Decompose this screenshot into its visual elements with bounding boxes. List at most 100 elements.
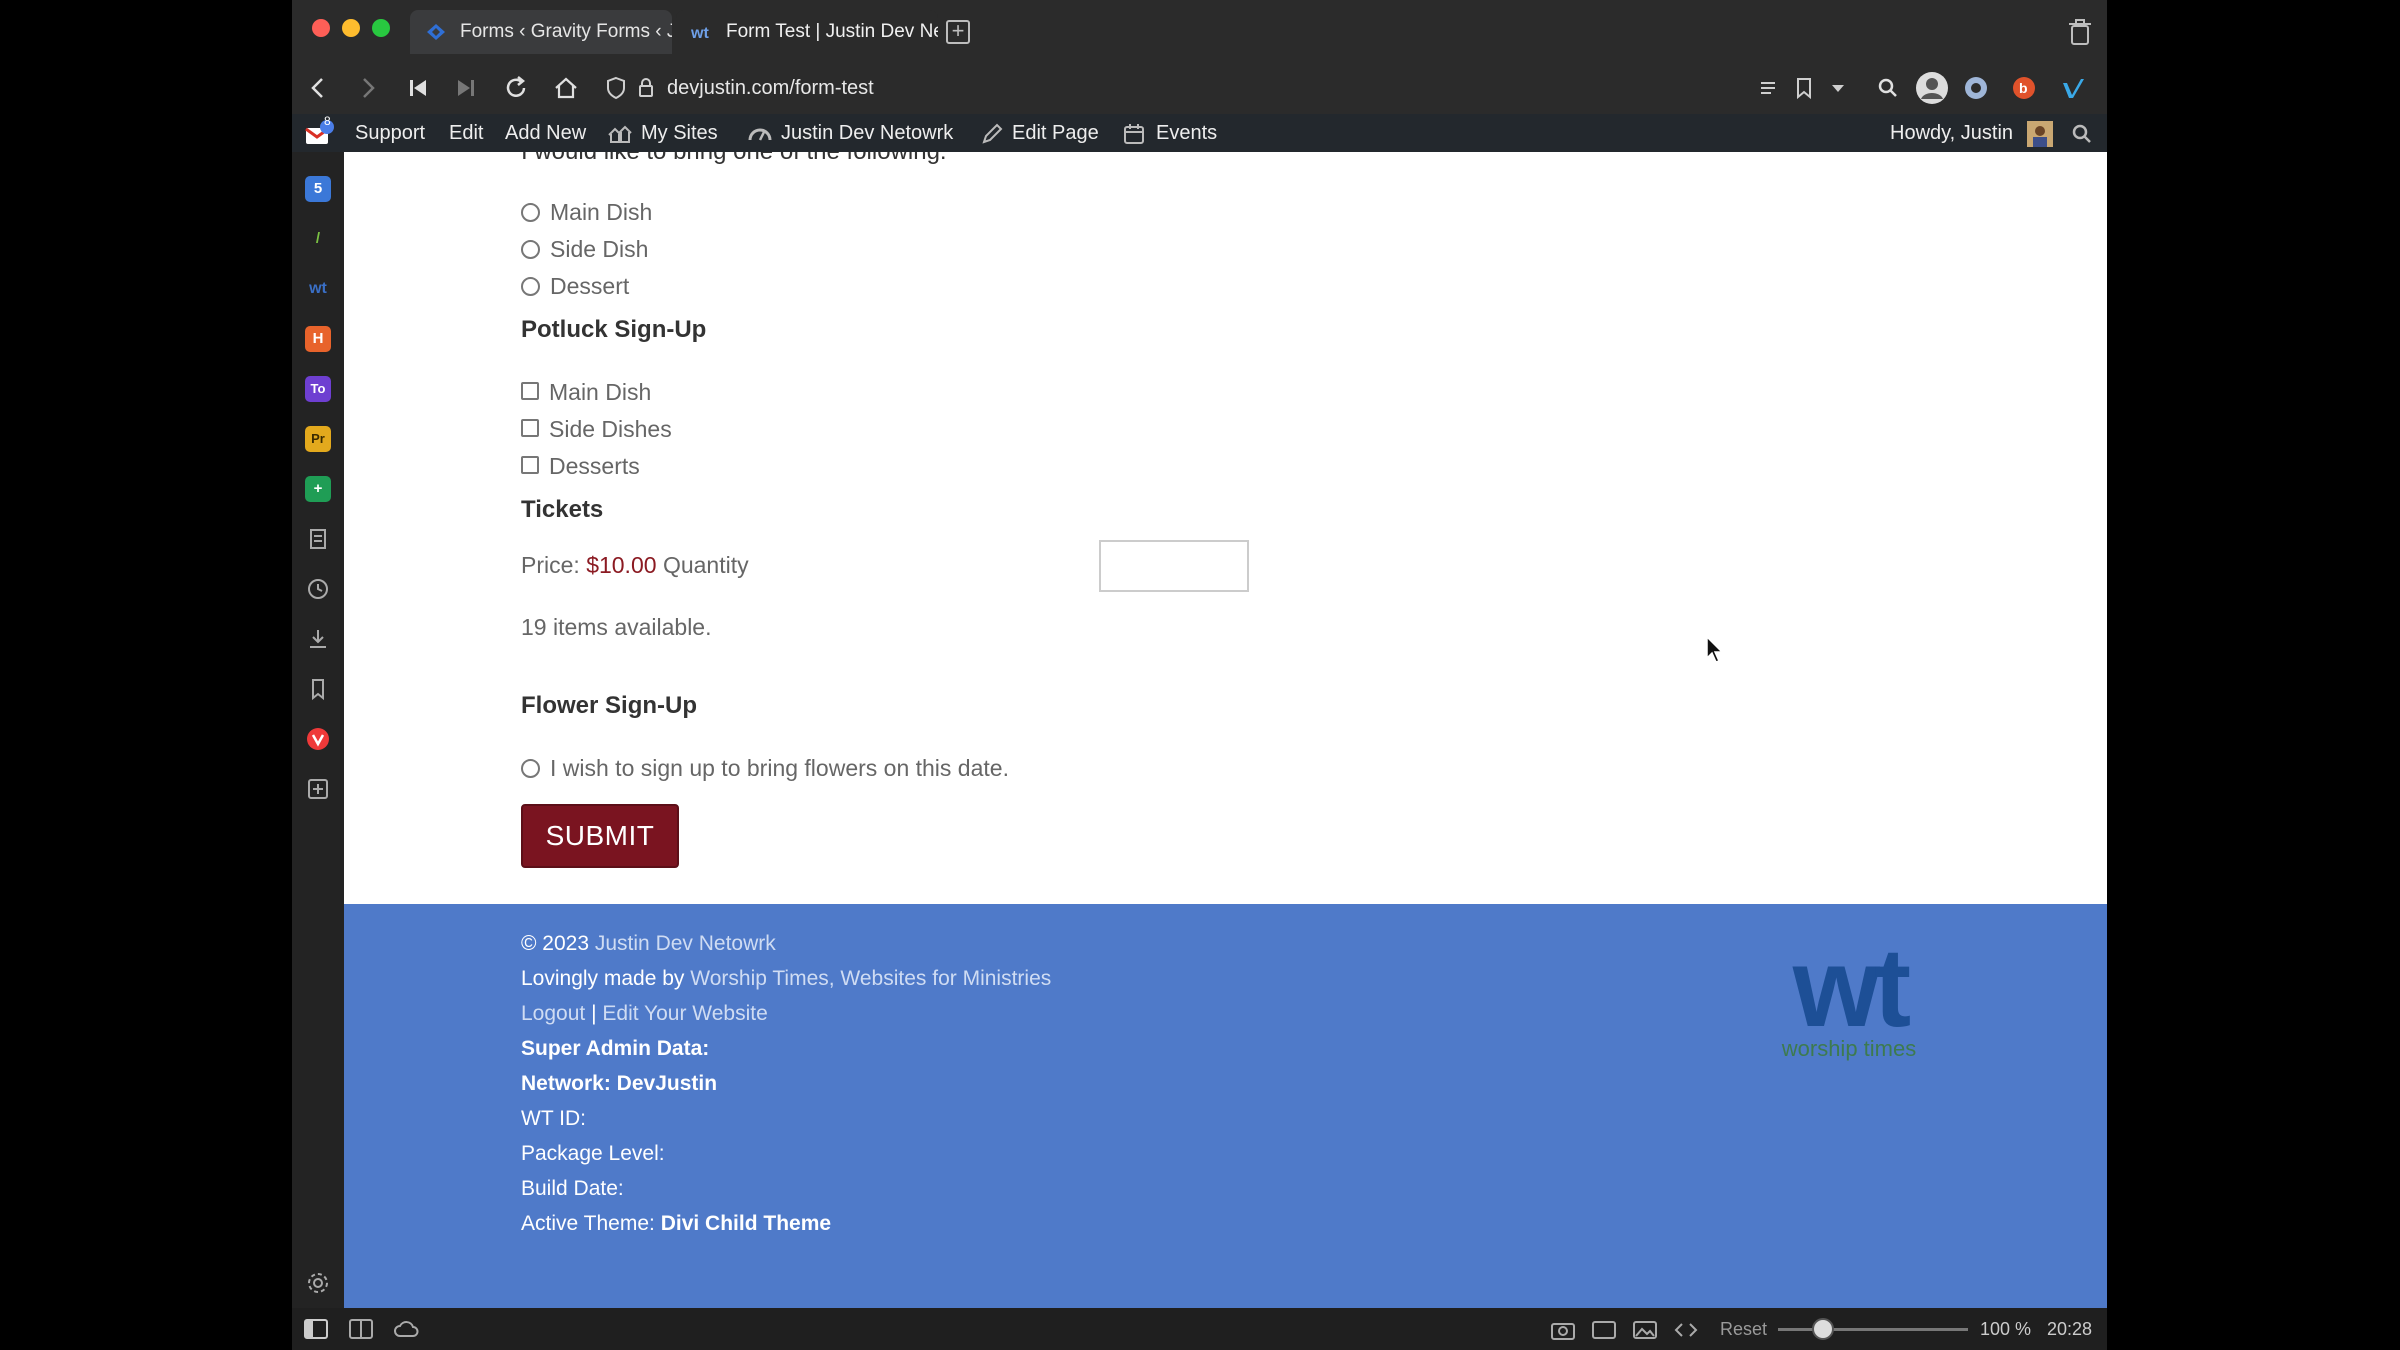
edit-website-link[interactable]: Edit Your Website bbox=[602, 1002, 767, 1025]
todoist-icon[interactable]: To bbox=[305, 376, 331, 402]
footer-site-link[interactable]: Justin Dev Netowrk bbox=[595, 932, 776, 955]
admin-site-name-link[interactable]: Justin Dev Netowrk bbox=[747, 114, 953, 152]
radio-button[interactable] bbox=[521, 239, 540, 259]
browser-side-panel: 5 / wt H To Pr + bbox=[292, 152, 344, 1308]
trash-icon[interactable] bbox=[2067, 18, 2093, 46]
bookmarks-panel-icon[interactable] bbox=[305, 676, 331, 702]
admin-add-new-link[interactable]: Add New bbox=[505, 114, 586, 152]
calendar-app-icon[interactable]: 5 bbox=[305, 176, 331, 202]
footer-made-by: Lovingly made by Worship Times, Websites… bbox=[521, 967, 1051, 991]
history-icon[interactable] bbox=[305, 576, 331, 602]
active-theme-row: Active Theme: Divi Child Theme bbox=[521, 1212, 831, 1236]
svg-text:b: b bbox=[2019, 80, 2028, 96]
user-avatar bbox=[2026, 120, 2053, 147]
bring-heading: I would like to bring one of the followi… bbox=[521, 152, 947, 166]
feedly-icon[interactable]: / bbox=[305, 226, 331, 252]
my-sites-icon bbox=[608, 125, 632, 143]
wt-favicon-icon: wt bbox=[690, 25, 709, 42]
web-page: I would like to bring one of the followi… bbox=[344, 152, 2107, 1308]
settings-gear-icon[interactable] bbox=[305, 1270, 331, 1296]
vimeo-icon[interactable] bbox=[2059, 74, 2087, 102]
notification-count: 8 bbox=[324, 114, 331, 128]
wt-panel-icon[interactable]: wt bbox=[305, 276, 331, 302]
active-theme-value: Divi Child Theme bbox=[660, 1212, 832, 1235]
extension-b-icon[interactable]: b bbox=[2010, 74, 2038, 102]
code-icon[interactable] bbox=[1673, 1319, 1699, 1341]
network-text: Network: DevJustin bbox=[521, 1072, 718, 1095]
tile-tabs-icon[interactable] bbox=[349, 1319, 373, 1339]
events-label: Events bbox=[1156, 122, 1218, 144]
search-icon[interactable] bbox=[1874, 74, 1902, 102]
clock-time: 20:28 bbox=[2047, 1319, 2093, 1339]
browser-window: Forms ‹ Gravity Forms ‹ Justin Dev Netow… bbox=[292, 0, 2107, 1350]
tab-form-test[interactable]: wt Form Test | Justin Dev Netowrk bbox=[676, 10, 938, 54]
extension-grammar-icon[interactable] bbox=[1962, 74, 1990, 102]
submit-button[interactable]: SUBMIT bbox=[521, 804, 679, 868]
capture-icon[interactable] bbox=[1550, 1319, 1576, 1341]
reader-view-icon[interactable] bbox=[1754, 74, 1782, 102]
profile-avatar-icon[interactable] bbox=[1914, 70, 1950, 106]
reload-icon[interactable] bbox=[502, 74, 530, 102]
radio-main-dish[interactable]: Main Dish bbox=[521, 197, 652, 227]
zoom-slider-handle[interactable] bbox=[1812, 1318, 1834, 1340]
radio-button[interactable] bbox=[521, 202, 540, 222]
radio-side-dish[interactable]: Side Dish bbox=[521, 234, 648, 264]
notes-icon[interactable] bbox=[305, 526, 331, 552]
radio-button[interactable] bbox=[521, 276, 540, 296]
checkbox[interactable] bbox=[521, 456, 539, 475]
image-icon[interactable] bbox=[1632, 1319, 1658, 1341]
toggle-panel-icon[interactable] bbox=[304, 1319, 328, 1339]
worship-times-logo[interactable]: wt worship times bbox=[1759, 932, 1939, 1074]
active-theme-label: Active Theme: bbox=[521, 1212, 655, 1235]
checkbox[interactable] bbox=[521, 382, 539, 401]
admin-howdy-account[interactable]: Howdy, Justin bbox=[1890, 114, 2053, 152]
back-icon[interactable] bbox=[304, 74, 332, 102]
admin-search-icon[interactable] bbox=[2070, 122, 2094, 146]
shield-icon[interactable] bbox=[602, 74, 630, 102]
bookmark-icon[interactable] bbox=[1790, 74, 1818, 102]
checkbox-desserts[interactable]: Desserts bbox=[521, 451, 640, 481]
footer-copyright: © 2023 Justin Dev Netowrk bbox=[521, 932, 776, 956]
checkbox-main-dish[interactable]: Main Dish bbox=[521, 377, 651, 407]
zoom-window-button[interactable] bbox=[372, 19, 390, 37]
admin-my-sites-link[interactable]: My Sites bbox=[607, 114, 718, 152]
lock-icon bbox=[639, 78, 653, 97]
logout-link[interactable]: Logout bbox=[521, 1002, 585, 1025]
admin-events-link[interactable]: Events bbox=[1122, 114, 1217, 152]
howdy-label: Howdy, Justin bbox=[1890, 122, 2014, 144]
close-window-button[interactable] bbox=[312, 19, 330, 37]
new-tab-button[interactable]: + bbox=[946, 20, 970, 44]
harvest-icon[interactable]: H bbox=[305, 326, 331, 352]
vivaldi-icon[interactable] bbox=[305, 726, 331, 752]
logo-text: worship times bbox=[1781, 1036, 1917, 1061]
admin-edit-page-link[interactable]: Edit Page bbox=[980, 114, 1099, 152]
gmail-notification[interactable]: 8 bbox=[304, 114, 342, 152]
pr-app-icon[interactable]: Pr bbox=[305, 426, 331, 452]
url-text: devjustin.com/form-test bbox=[667, 77, 874, 99]
window-icon[interactable] bbox=[1591, 1319, 1617, 1341]
checkbox[interactable] bbox=[521, 419, 539, 438]
radio-dessert[interactable]: Dessert bbox=[521, 271, 629, 301]
forward-icon[interactable] bbox=[354, 74, 382, 102]
tab-gravity-forms[interactable]: Forms ‹ Gravity Forms ‹ Justin Dev Netow… bbox=[410, 10, 672, 54]
zoom-slider-track[interactable] bbox=[1778, 1328, 1968, 1331]
sheets-icon[interactable]: + bbox=[305, 476, 331, 502]
site-name-label: Justin Dev Netowrk bbox=[781, 122, 954, 144]
minimize-window-button[interactable] bbox=[342, 19, 360, 37]
super-admin-label: Super Admin Data: bbox=[521, 1037, 709, 1061]
zoom-reset-button[interactable]: Reset bbox=[1720, 1308, 1767, 1350]
add-panel-icon[interactable] bbox=[305, 776, 331, 802]
radio-button[interactable] bbox=[521, 758, 540, 778]
home-icon[interactable] bbox=[552, 74, 580, 102]
radio-flowers[interactable]: I wish to sign up to bring flowers on th… bbox=[521, 753, 1009, 783]
quantity-input[interactable] bbox=[1099, 540, 1249, 592]
worship-times-link[interactable]: Worship Times, Websites for Ministries bbox=[690, 967, 1051, 990]
downloads-icon[interactable] bbox=[305, 626, 331, 652]
fast-forward-icon[interactable] bbox=[452, 74, 480, 102]
admin-edit-link[interactable]: Edit bbox=[449, 114, 483, 152]
rewind-icon[interactable] bbox=[404, 74, 432, 102]
checkbox-side-dishes[interactable]: Side Dishes bbox=[521, 414, 672, 444]
admin-support-link[interactable]: Support bbox=[355, 114, 425, 152]
cloud-sync-icon[interactable] bbox=[393, 1319, 419, 1339]
dropdown-icon[interactable] bbox=[1824, 74, 1852, 102]
